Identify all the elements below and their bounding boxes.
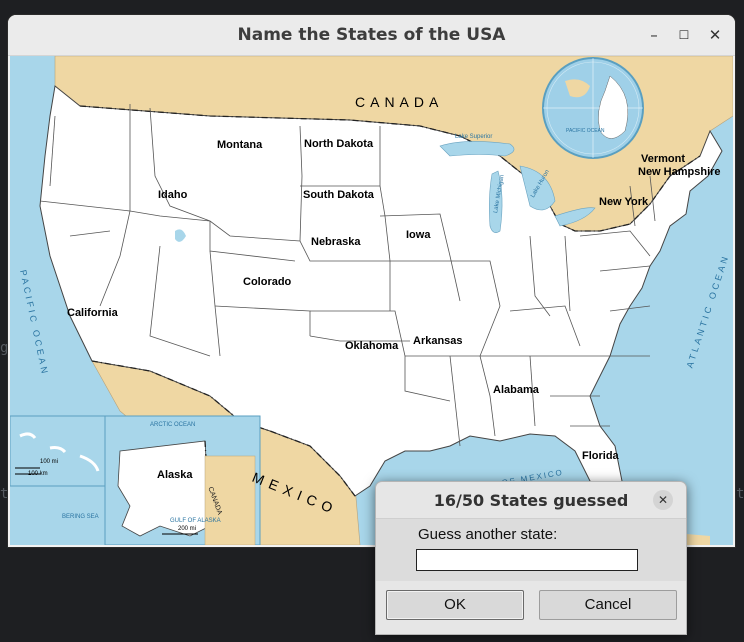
close-icon[interactable]: ✕ <box>703 24 727 46</box>
globe-label-pacific: PACIFIC OCEAN <box>566 128 605 134</box>
dialog-title: 16/50 States guessed <box>433 491 629 510</box>
state-label-south-dakota: South Dakota <box>303 189 374 201</box>
minimize-icon[interactable]: – <box>642 24 666 46</box>
usa-map[interactable]: CANADA MEXICO PACIFIC OCEAN ATLANTIC OCE… <box>10 56 733 545</box>
background-text-fragment: t <box>736 486 744 502</box>
state-label-oklahoma: Oklahoma <box>345 340 399 352</box>
region-label-arctic-ocean: ARCTIC OCEAN <box>150 422 196 428</box>
state-label-north-dakota: North Dakota <box>304 138 374 150</box>
game-window: Name the States of the USA – ☐ ✕ CANADA … <box>8 15 735 547</box>
state-label-florida: Florida <box>582 450 619 462</box>
maximize-icon[interactable]: ☐ <box>672 24 696 46</box>
region-label-gulf-of-alaska: GULF OF ALASKA <box>170 518 221 524</box>
state-label-colorado: Colorado <box>243 276 292 288</box>
state-label-idaho: Idaho <box>158 189 188 201</box>
scale-label-mi: 100 mi <box>40 459 59 465</box>
state-label-iowa: Iowa <box>406 229 431 241</box>
state-label-alabama: Alabama <box>493 384 539 396</box>
state-label-california: California <box>67 307 118 319</box>
state-label-alaska: Alaska <box>157 469 193 481</box>
lake-label-superior: Lake Superior <box>455 134 493 140</box>
state-label-montana: Montana <box>217 139 263 151</box>
close-icon[interactable]: ✕ <box>653 490 673 510</box>
state-label-nebraska: Nebraska <box>311 236 361 248</box>
region-label-canada: CANADA <box>355 94 444 110</box>
state-label-new-york: New York <box>599 196 649 208</box>
state-label-arkansas: Arkansas <box>413 335 463 347</box>
guess-prompt: Guess another state: <box>418 526 558 543</box>
state-label-new-hampshire: New Hampshire <box>638 166 721 178</box>
guess-dialog: 16/50 States guessed ✕ Guess another sta… <box>375 481 687 635</box>
state-guess-input[interactable] <box>416 549 638 571</box>
title-bar[interactable]: Name the States of the USA – ☐ ✕ <box>8 15 735 56</box>
scale-label-km: 100 km <box>28 471 48 477</box>
map-drawing <box>10 56 733 545</box>
cancel-button[interactable]: Cancel <box>539 590 677 620</box>
ok-button[interactable]: OK <box>386 590 524 620</box>
state-label-vermont: Vermont <box>641 153 686 165</box>
scale-label-alaska: 200 mi <box>178 526 197 532</box>
region-label-bering-sea: BERING SEA <box>62 514 99 520</box>
window-title: Name the States of the USA <box>237 25 506 45</box>
